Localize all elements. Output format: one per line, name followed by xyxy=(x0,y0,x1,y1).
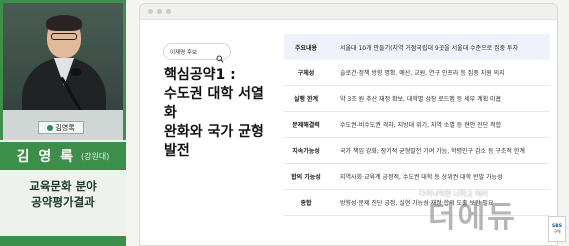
table-row: 지속가능성 국가 책임 강화, 장기적 균형발전 기여 가능, 학령인구 감소 … xyxy=(284,138,550,164)
window-title-bar xyxy=(140,4,557,20)
channel-watermark: 더에듀 xyxy=(428,200,517,235)
window-dot-icon xyxy=(157,9,162,14)
row-key: 주요내용 xyxy=(294,44,318,52)
speaker-name-banner: 김 영 록 (강원대) xyxy=(0,142,126,170)
table-row: 실행 한계 약 3조 원 추산 재정 확보, 대학별 성장 로드맵 등 세부 계… xyxy=(284,86,550,112)
row-value: 국가 책임 강화, 장기적 균형발전 기여 가능, 학령인구 감소 등 구조적 … xyxy=(340,148,525,155)
row-value: 슬로건·정책 방향 명확. 예산, 교원, 연구 인프라 등 집중 지원 의지 xyxy=(340,70,505,77)
speaker-panel: 김영록 김 영 록 (강원대) 교육문화 분야 공약평가결과 xyxy=(0,0,126,246)
candidate-search-field[interactable]: 이재명 후보 xyxy=(164,44,230,63)
caption-line-2: 공약평가결과 xyxy=(31,195,95,209)
table-row: 문제해결력 수도권-비수도권 격차, 지방대 위기, 지역 소멸 등 현안 진단… xyxy=(284,112,550,138)
window-dot-icon xyxy=(148,9,153,14)
speaker-affiliation: (강원대) xyxy=(81,151,110,161)
pledge-title: 핵심공약1 : 수도권 대학 서열화 완화와 국가 균형발전 xyxy=(164,66,276,161)
video-frame-border xyxy=(0,0,126,140)
search-icon[interactable] xyxy=(216,48,224,63)
pledge-title-line-2: 수도권 대학 서열화 xyxy=(164,86,264,121)
row-value: 약 3조 원 추산 재정 확보, 대학별 성장 로드맵 등 세부 계획 미흡 xyxy=(340,96,502,103)
caption-line-1: 교육문화 분야 xyxy=(29,179,97,193)
broadcaster-logo: SBS 구역 xyxy=(548,216,566,242)
row-key: 지속가능성 xyxy=(292,148,320,155)
row-key: 문제해결력 xyxy=(292,122,320,129)
row-value: 서울대 10개 만들기(지역 거점국립대 9곳을 서울대 수준으로 집중 투자 xyxy=(340,44,519,52)
pledge-title-line-3: 완화와 국가 균형발전 xyxy=(164,124,264,159)
broadcaster-logo-bottom: 구역 xyxy=(553,228,561,234)
evaluation-table: 주요내용 서울대 10개 만들기(지역 거점국립대 9곳을 서울대 수준으로 집… xyxy=(284,34,550,216)
speaker-name: 김 영 록 xyxy=(16,149,76,165)
row-key: 실행 한계 xyxy=(293,96,319,103)
bottom-accent-bar xyxy=(0,236,126,246)
pledge-title-line-1: 핵심공약1 : xyxy=(164,67,236,83)
row-key: 구체성 xyxy=(297,70,315,77)
search-label: 이재명 후보 xyxy=(170,49,198,56)
segment-caption: 교육문화 분야 공약평가결과 xyxy=(0,178,126,210)
row-key: 종합 xyxy=(300,200,312,207)
window-dot-icon xyxy=(166,9,171,14)
table-row: 주요내용 서울대 10개 만들기(지역 거점국립대 9곳을 서울대 수준으로 집… xyxy=(284,34,550,60)
row-key: 합의 가능성 xyxy=(291,174,321,181)
row-value: 수도권-비수도권 격차, 지방대 위기, 지역 소멸 등 현안 진단 적합 xyxy=(340,122,502,129)
table-row: 구체성 슬로건·정책 방향 명확. 예산, 교원, 연구 인프라 등 집중 지원… xyxy=(284,60,550,86)
table-row: 합의 가능성 지역사회·교육계 긍정적, 수도권 대학 등 상위권 대학 반발 … xyxy=(284,164,550,190)
row-value: 지역사회·교육계 긍정적, 수도권 대학 등 상위권 대학 반발 가능성 xyxy=(340,174,503,181)
speaker-video: 김영록 xyxy=(0,0,126,140)
